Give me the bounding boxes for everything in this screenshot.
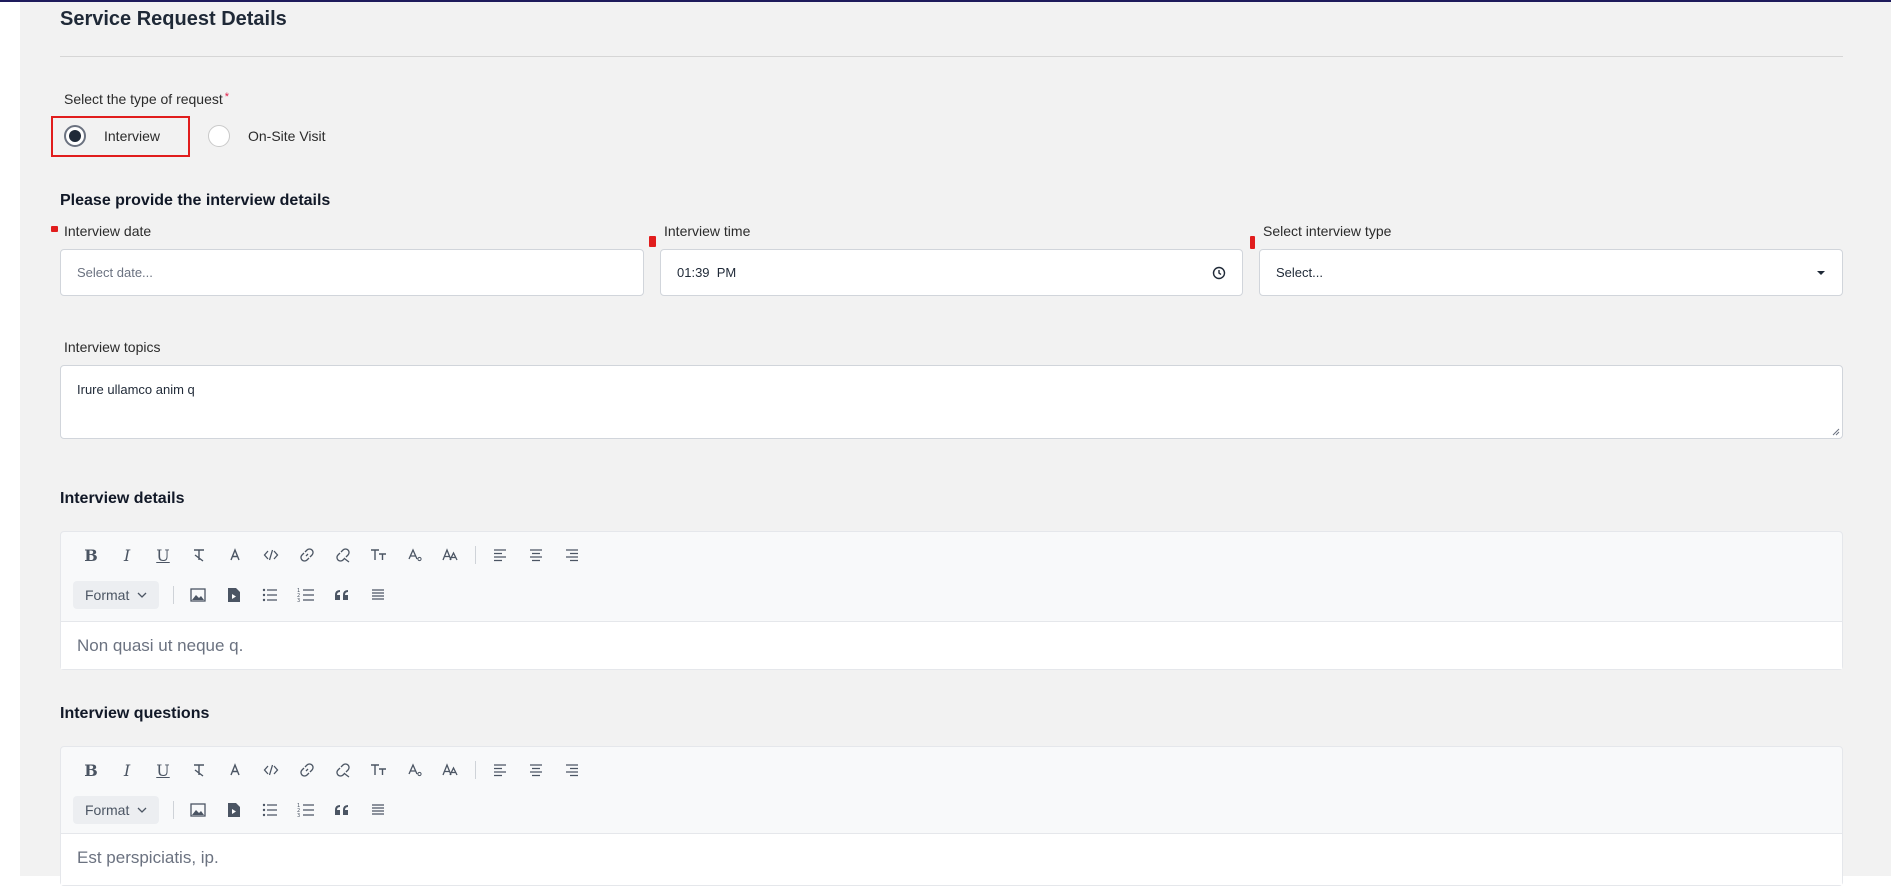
interview-date-input[interactable]: Select date... [60, 249, 644, 296]
italic-icon[interactable]: I [109, 541, 145, 569]
video-icon[interactable] [216, 581, 252, 609]
blockquote-icon[interactable] [324, 581, 360, 609]
resize-handle-icon[interactable] [1830, 426, 1840, 436]
interview-time-value: 01:39 PM [677, 265, 737, 280]
underline-icon[interactable]: U [145, 756, 181, 784]
editor-toolbar-row1: B I U [73, 756, 590, 784]
align-left-icon[interactable] [482, 541, 518, 569]
image-icon[interactable] [180, 796, 216, 824]
align-left-icon[interactable] [482, 756, 518, 784]
code-icon[interactable] [253, 756, 289, 784]
editor-text-questions: Est perspiciatis, ip. [77, 848, 219, 867]
clear-format-icon[interactable] [181, 756, 217, 784]
editor-title-details: Interview details [60, 490, 185, 507]
interview-date-placeholder: Select date... [77, 265, 153, 280]
align-center-icon[interactable] [518, 541, 554, 569]
radio-option-onsite[interactable]: On-Site Visit [208, 125, 326, 147]
clock-icon[interactable] [1212, 266, 1226, 280]
editor-text-details: Non quasi ut neque q. [77, 635, 244, 655]
format-dropdown[interactable]: Format [73, 796, 160, 824]
subscript-icon[interactable] [397, 756, 433, 784]
underline-icon[interactable]: U [145, 541, 181, 569]
radio-label-onsite: On-Site Visit [248, 128, 326, 144]
italic-icon[interactable]: I [109, 756, 145, 784]
format-label: Format [85, 587, 130, 603]
svg-text:3: 3 [297, 598, 300, 603]
format-dropdown[interactable]: Format [73, 581, 160, 609]
text-color-icon[interactable] [217, 756, 253, 784]
error-marker-type [1250, 236, 1255, 249]
rich-text-editor-details: B I U Format 123 Non quasi ut neque q. [60, 531, 1843, 670]
link-icon[interactable] [289, 756, 325, 784]
interview-type-select[interactable]: Select... [1259, 249, 1843, 296]
align-right-icon[interactable] [554, 541, 590, 569]
request-type-label-text: Select the type of request [64, 91, 223, 107]
bold-icon[interactable]: B [73, 541, 109, 569]
numbered-list-icon[interactable]: 123 [288, 581, 324, 609]
interview-type-value: Select... [1276, 265, 1323, 280]
editor-content-details[interactable]: Non quasi ut neque q. [61, 621, 1842, 669]
editor-title-questions: Interview questions [60, 705, 210, 722]
request-type-label: Select the type of request * [64, 91, 229, 107]
unlink-icon[interactable] [325, 541, 361, 569]
caret-down-icon [1816, 270, 1826, 276]
editor-content-questions[interactable]: Est perspiciatis, ip. [61, 833, 1842, 885]
error-marker-time [649, 236, 656, 247]
image-icon[interactable] [180, 581, 216, 609]
horizontal-rule-icon[interactable] [360, 581, 396, 609]
clear-format-icon[interactable] [181, 541, 217, 569]
link-icon[interactable] [289, 541, 325, 569]
error-marker-date [51, 226, 58, 232]
video-icon[interactable] [216, 796, 252, 824]
toolbar-separator [173, 586, 175, 604]
svg-text:3: 3 [297, 813, 300, 818]
bold-icon[interactable]: B [73, 756, 109, 784]
interview-time-label: Interview time [664, 223, 751, 239]
bullet-list-icon[interactable] [252, 581, 288, 609]
radio-label-interview: Interview [104, 128, 161, 144]
editor-toolbar-row2: Format 123 [73, 581, 396, 609]
toolbar-separator [475, 761, 476, 779]
subscript-icon[interactable] [397, 541, 433, 569]
radio-button-onsite[interactable] [208, 125, 230, 147]
format-label: Format [85, 802, 130, 818]
numbered-list-icon[interactable]: 123 [288, 796, 324, 824]
horizontal-rule-icon[interactable] [360, 796, 396, 824]
radio-option-interview[interactable]: Interview [64, 125, 160, 147]
font-size-icon[interactable] [361, 756, 397, 784]
toolbar-separator [475, 546, 476, 564]
radio-button-interview[interactable] [64, 125, 86, 147]
font-size-icon[interactable] [361, 541, 397, 569]
interview-time-input[interactable]: 01:39 PM [660, 249, 1243, 296]
code-icon[interactable] [253, 541, 289, 569]
blockquote-icon[interactable] [324, 796, 360, 824]
chevron-down-icon [137, 592, 147, 598]
toolbar-separator [173, 801, 175, 819]
bullet-list-icon[interactable] [252, 796, 288, 824]
interview-type-label: Select interview type [1263, 223, 1392, 239]
superscript-icon[interactable] [433, 756, 469, 784]
interview-topics-textarea[interactable]: Irure ullamco anim q [60, 365, 1843, 439]
interview-details-heading: Please provide the interview details [60, 192, 331, 209]
superscript-icon[interactable] [433, 541, 469, 569]
required-mark: * [224, 91, 230, 103]
rich-text-editor-questions: B I U Format 123 Est perspiciatis, ip. [60, 746, 1843, 886]
text-color-icon[interactable] [217, 541, 253, 569]
interview-date-label: Interview date [64, 223, 152, 239]
editor-toolbar-row1: B I U [73, 541, 590, 569]
editor-toolbar-row2: Format 123 [73, 796, 396, 824]
unlink-icon[interactable] [325, 756, 361, 784]
page-title: Service Request Details [60, 8, 287, 30]
align-center-icon[interactable] [518, 756, 554, 784]
align-right-icon[interactable] [554, 756, 590, 784]
interview-topics-value: Irure ullamco anim q [77, 382, 195, 397]
chevron-down-icon [137, 807, 147, 813]
title-divider [60, 56, 1843, 57]
interview-topics-label: Interview topics [64, 339, 161, 355]
